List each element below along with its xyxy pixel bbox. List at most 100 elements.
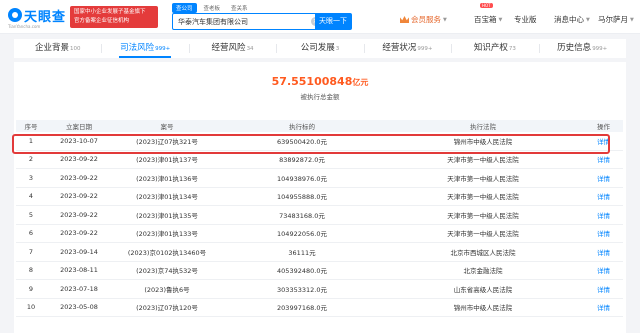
tab-label: 企业背景: [34, 43, 69, 53]
tianyancha-logo[interactable]: 天眼查 TianYancha.com: [8, 6, 66, 30]
cell-court: 锦州市中级人民法院: [453, 137, 513, 146]
search-button[interactable]: 天眼一下: [315, 14, 351, 29]
chevron-down-icon: ▼: [630, 16, 634, 23]
tab-count: 3: [335, 46, 340, 52]
cell-court: 锦州市中级人民法院: [453, 304, 513, 313]
chevron-down-icon: ▼: [498, 16, 503, 23]
cell-date: 2023-08-11: [60, 266, 98, 275]
vip-service-label: 会员服务: [411, 15, 441, 24]
header-date[interactable]: 立案日期: [46, 120, 112, 132]
tab-business-status[interactable]: 经营状况999+: [363, 39, 451, 58]
top-header: 天眼查 TianYancha.com 国家中小企业发展子基金旗下 官方备案企业征…: [0, 0, 640, 34]
detail-link[interactable]: 详情: [584, 132, 623, 150]
user-name: 马尔萨月: [598, 15, 628, 24]
cell-case-no: (2023)津01执137号: [136, 156, 198, 165]
total-amount-value: 57.55100848: [271, 75, 353, 88]
baibao-label: 百宝箱: [474, 15, 497, 24]
tab-label: 历史信息: [557, 43, 592, 53]
cell-date: 2023-07-18: [60, 284, 98, 293]
brand-name: 天眼查: [24, 10, 67, 25]
cell-case-no: (2023)津01执134号: [136, 193, 198, 202]
table-row: 3 2023-09-22 (2023)津01执136号 104938976.0元 天津市…: [16, 169, 623, 188]
search-tab-boss[interactable]: 查老板: [200, 3, 225, 13]
tab-judicial-risk[interactable]: 司法风险999+: [101, 39, 188, 58]
cell-case-no: (2023)京74执532号: [136, 267, 198, 276]
cell-amount: 73483168.0元: [279, 211, 325, 220]
tab-operating-risk[interactable]: 经营风险34: [188, 39, 276, 58]
cell-amount: 203997168.0元: [277, 304, 327, 313]
table-row: 10 2023-05-08 (2023)辽07执120号 203997168.0元 锦州…: [16, 299, 623, 317]
cell-index: 5: [28, 210, 34, 219]
chevron-down-icon: ▼: [443, 16, 447, 23]
search-tab-relation[interactable]: 查关系: [227, 3, 252, 13]
cell-date: 2023-09-14: [60, 247, 98, 256]
tab-label: 公司发展: [300, 43, 335, 53]
cell-amount: 639500420.0元: [277, 137, 327, 146]
crown-icon: [400, 16, 409, 23]
cell-date: 2023-09-22: [60, 210, 98, 219]
cell-date: 2023-09-22: [60, 173, 98, 182]
table-row: 7 2023-09-14 (2023)京0102执13460号 36111元 北京市西城…: [16, 243, 623, 262]
header-court: 执行法院: [470, 123, 496, 131]
tab-count: 999+: [592, 46, 608, 52]
cell-date: 2023-05-08: [60, 303, 98, 312]
cell-index: 6: [28, 229, 34, 238]
cell-index: 1: [28, 136, 34, 145]
user-menu[interactable]: 马尔萨月 ▼: [598, 14, 634, 25]
detail-link[interactable]: 详情: [584, 225, 623, 243]
detail-link[interactable]: 详情: [584, 151, 623, 169]
cell-case-no: (2023)津01执136号: [136, 174, 198, 183]
total-amount-label: 被执行总金额: [300, 93, 340, 101]
cell-amount: 104922056.0元: [277, 230, 327, 239]
tab-history[interactable]: 历史信息999+: [538, 39, 626, 58]
header-amount[interactable]: 执行标的: [222, 120, 382, 132]
cell-case-no: (2023)津01执133号: [136, 230, 198, 239]
cell-case-no: (2023)京0102执13460号: [127, 248, 207, 257]
tab-count: 999+: [155, 46, 171, 52]
pro-edition-link[interactable]: 专业版: [514, 14, 537, 25]
cell-court: 北京市西城区人民法院: [450, 248, 516, 257]
message-center-menu[interactable]: 消息中心 ▼: [554, 14, 590, 25]
cell-amount: 104955888.0元: [277, 193, 327, 202]
message-center-label: 消息中心: [554, 15, 584, 24]
detail-link[interactable]: 详情: [584, 262, 623, 280]
cell-court: 天津市第一中级人民法院: [447, 174, 519, 183]
detail-link[interactable]: 详情: [584, 206, 623, 224]
search-box: × 天眼一下: [172, 13, 352, 30]
detail-link[interactable]: 详情: [584, 188, 623, 206]
cell-court: 天津市第一中级人民法院: [447, 156, 519, 165]
detail-link[interactable]: 详情: [584, 169, 623, 187]
cell-index: 3: [28, 173, 34, 182]
tab-count: 100: [69, 46, 81, 52]
detail-link[interactable]: 详情: [584, 280, 623, 298]
baibao-menu[interactable]: 百宝箱 ▼: [474, 14, 502, 25]
total-amount: 57.55100848亿元: [14, 75, 626, 88]
detail-link[interactable]: 详情: [584, 299, 623, 317]
detail-link[interactable]: 详情: [584, 243, 623, 261]
cell-court: 天津市第一中级人民法院: [447, 193, 519, 202]
chevron-down-icon: ▼: [586, 16, 590, 23]
cell-date: 2023-10-07: [60, 136, 98, 145]
slogan-line-2: 官方备案企业征信机构: [74, 18, 130, 24]
header-index: 序号: [24, 123, 38, 131]
tab-label: 经营状况: [382, 43, 417, 53]
cell-case-no: (2023)鲁执6号: [144, 285, 190, 294]
cell-amount: 104938976.0元: [277, 174, 327, 183]
search-tab-company[interactable]: 查公司: [172, 3, 197, 13]
header-case-no: 案号: [160, 123, 174, 131]
vip-service-menu[interactable]: 会员服务 ▼: [400, 14, 447, 25]
cell-court: 天津市第一中级人民法院: [447, 211, 519, 220]
cell-index: 10: [26, 303, 36, 312]
slogan-line-1: 国家中小企业发展子基金旗下: [74, 9, 146, 15]
cell-index: 2: [28, 155, 34, 164]
tab-label: 知识产权: [473, 43, 508, 53]
table-body: 1 2023-10-07 (2023)辽07执321号 639500420.0元 锦州市…: [16, 132, 623, 317]
tab-company-development[interactable]: 公司发展3: [276, 39, 363, 58]
tab-company-background[interactable]: 企业背景100: [14, 39, 101, 58]
search-input[interactable]: [173, 14, 307, 29]
tab-intellectual-property[interactable]: 知识产权73: [451, 39, 538, 58]
cell-date: 2023-09-22: [60, 229, 98, 238]
slogan-banner: 国家中小企业发展子基金旗下 官方备案企业征信机构: [70, 6, 158, 28]
cell-index: 8: [28, 266, 34, 275]
cell-amount: 83892872.0元: [279, 156, 325, 165]
